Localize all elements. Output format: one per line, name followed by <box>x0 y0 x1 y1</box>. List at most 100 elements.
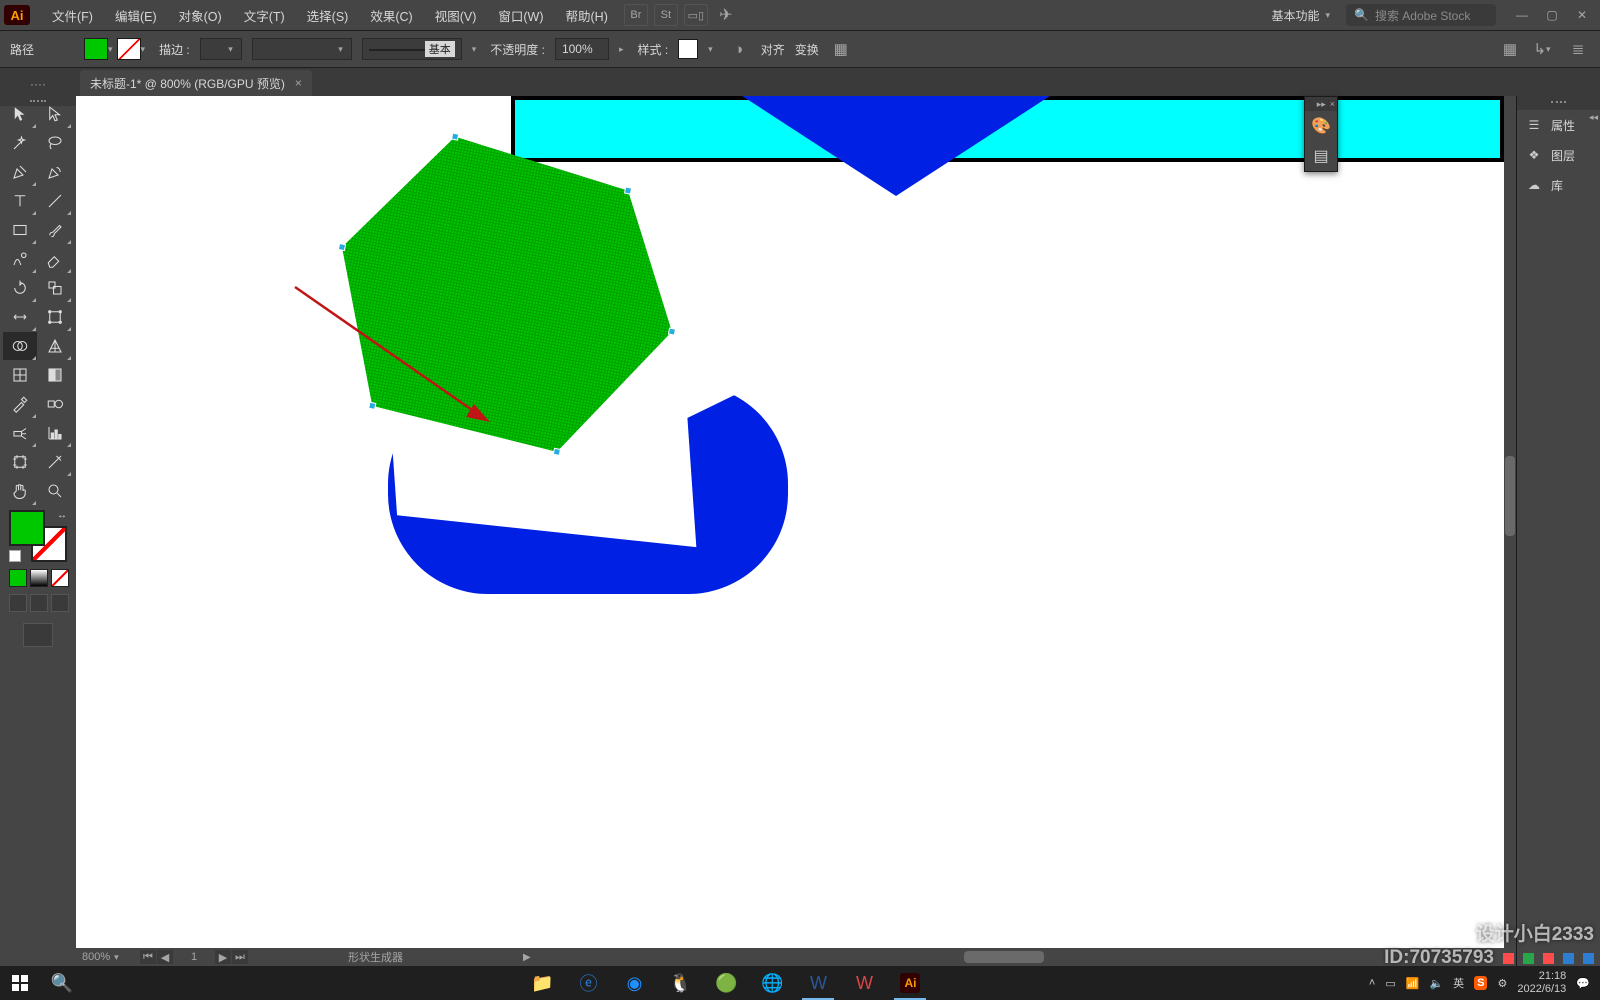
zoom-level[interactable]: 800%▾ <box>76 951 140 963</box>
recolor-button[interactable]: ◑ <box>727 37 751 61</box>
stroke-swatch[interactable] <box>117 38 141 60</box>
lasso-tool[interactable] <box>38 129 72 157</box>
last-artboard-button[interactable]: ⏭ <box>232 950 248 964</box>
minimize-button[interactable]: — <box>1508 4 1536 26</box>
menu-type[interactable]: 文字(T) <box>234 2 295 29</box>
tray-ime[interactable]: 英 <box>1453 975 1464 991</box>
direct-selection-tool[interactable] <box>38 100 72 128</box>
menu-select[interactable]: 选择(S) <box>297 2 359 29</box>
bridge-button[interactable]: Br <box>624 4 648 26</box>
draw-behind[interactable] <box>30 594 48 612</box>
expand-panels-icon[interactable]: ◂◂ <box>1589 112 1598 123</box>
search-stock-field[interactable]: 🔍 搜索 Adobe Stock <box>1346 4 1496 26</box>
align-label[interactable]: 对齐 <box>761 41 785 58</box>
stroke-weight-input[interactable]: ▾ <box>200 38 242 60</box>
first-artboard-button[interactable]: ⏮ <box>140 950 156 964</box>
hand-tool[interactable] <box>3 477 37 505</box>
tray-settings-icon[interactable]: ⚙ <box>1497 977 1507 990</box>
isolate-button[interactable]: ▦ <box>829 37 853 61</box>
tray-battery-icon[interactable]: ▭ <box>1385 977 1395 990</box>
menu-window[interactable]: 窗口(W) <box>488 2 553 29</box>
opacity-input[interactable]: 100% <box>555 38 609 60</box>
cycle-widget-button[interactable]: ↳▾ <box>1532 37 1556 61</box>
eraser-tool[interactable] <box>38 245 72 273</box>
perspective-tool[interactable] <box>38 332 72 360</box>
scale-tool[interactable] <box>38 274 72 302</box>
slice-tool[interactable] <box>38 448 72 476</box>
selection-tool[interactable] <box>3 100 37 128</box>
tray-sogou-icon[interactable]: S <box>1474 976 1487 990</box>
arrange-docs-button[interactable]: ▭▯ <box>684 4 708 26</box>
pen-tool[interactable] <box>3 158 37 186</box>
color-mode-gradient[interactable] <box>30 569 48 587</box>
close-icon[interactable]: × <box>1330 99 1335 109</box>
transform-label[interactable]: 变换 <box>795 41 819 58</box>
artboard-tool[interactable] <box>3 448 37 476</box>
color-panel-icon[interactable]: 🎨 <box>1305 111 1337 141</box>
task-app-blue[interactable]: ◉ <box>612 966 656 1000</box>
tray-chevron-icon[interactable]: ˄ <box>1369 977 1375 989</box>
fill-stroke-control[interactable]: ↔ <box>9 510 67 562</box>
mesh-tool[interactable] <box>3 361 37 389</box>
task-qq[interactable]: 🐧 <box>658 966 702 1000</box>
brush-tool[interactable] <box>38 216 72 244</box>
chevron-down-icon[interactable]: ▾ <box>472 44 481 55</box>
tray-sound-icon[interactable]: 🔈 <box>1429 977 1443 990</box>
chevron-down-icon[interactable]: ▾ <box>708 44 717 55</box>
color-mode-solid[interactable] <box>9 569 27 587</box>
fill-swatch[interactable] <box>84 38 108 60</box>
free-transform-tool[interactable] <box>38 303 72 331</box>
swap-colors-icon[interactable]: ↔ <box>57 510 67 521</box>
width-tool[interactable] <box>3 303 37 331</box>
task-edge[interactable]: 🌐 <box>750 966 794 1000</box>
menu-help[interactable]: 帮助(H) <box>556 2 618 29</box>
panel-properties[interactable]: ☰ 属性 <box>1517 110 1600 140</box>
menu-view[interactable]: 视图(V) <box>425 2 487 29</box>
panel-layers[interactable]: ❖ 图层 <box>1517 140 1600 170</box>
canvas[interactable] <box>76 96 1504 948</box>
var-width-profile[interactable]: ▾ <box>252 38 352 60</box>
rotate-tool[interactable] <box>3 274 37 302</box>
eyedropper-tool[interactable] <box>3 390 37 418</box>
curvature-tool[interactable] <box>38 158 72 186</box>
task-wps[interactable]: W <box>842 966 886 1000</box>
workspace-switcher[interactable]: 基本功能 ▾ <box>1271 7 1330 24</box>
horizontal-scrollbar[interactable] <box>696 948 1504 966</box>
type-tool[interactable] <box>3 187 37 215</box>
options-button[interactable]: ≣ <box>1566 37 1590 61</box>
task-chrome[interactable]: 🟢 <box>704 966 748 1000</box>
symbol-spray-tool[interactable] <box>3 419 37 447</box>
close-button[interactable]: ✕ <box>1568 4 1596 26</box>
scroll-thumb[interactable] <box>964 951 1044 963</box>
graphic-style-swatch[interactable] <box>678 39 698 59</box>
color-mode-none[interactable] <box>51 569 69 587</box>
task-illustrator[interactable]: Ai <box>888 966 932 1000</box>
panel-libraries[interactable]: ☁ 库 <box>1517 170 1600 200</box>
default-colors-icon[interactable] <box>9 550 21 562</box>
shape-builder-tool[interactable] <box>3 332 37 360</box>
chevron-right-icon[interactable]: ▸ <box>619 44 628 55</box>
stock-button[interactable]: St <box>654 4 678 26</box>
screen-mode-button[interactable] <box>23 623 53 647</box>
scroll-thumb[interactable] <box>1505 456 1515 536</box>
menu-effect[interactable]: 效果(C) <box>360 2 422 29</box>
tray-wifi-icon[interactable]: 📶 <box>1406 977 1420 990</box>
task-word[interactable]: W <box>796 966 840 1000</box>
task-search[interactable]: 🔍 <box>40 966 84 1000</box>
draw-normal[interactable] <box>9 594 27 612</box>
zoom-tool[interactable] <box>38 477 72 505</box>
tray-clock[interactable]: 21:18 2022/6/13 <box>1517 970 1566 995</box>
blend-tool[interactable] <box>38 390 72 418</box>
prev-artboard-button[interactable]: ◀ <box>157 950 173 964</box>
gpu-button[interactable]: ✈ <box>714 4 738 26</box>
close-tab-icon[interactable]: × <box>295 76 302 90</box>
maximize-button[interactable]: ▢ <box>1538 4 1566 26</box>
status-more-icon[interactable]: ▶ <box>523 952 531 963</box>
rectangle-tool[interactable] <box>3 216 37 244</box>
line-tool[interactable] <box>38 187 72 215</box>
fill-color-large[interactable] <box>9 510 45 546</box>
brush-definition[interactable]: 基本 <box>362 38 462 60</box>
menu-file[interactable]: 文件(F) <box>42 2 103 29</box>
vertical-scrollbar[interactable] <box>1504 96 1516 948</box>
chevron-down-icon[interactable]: ▾ <box>108 44 117 55</box>
